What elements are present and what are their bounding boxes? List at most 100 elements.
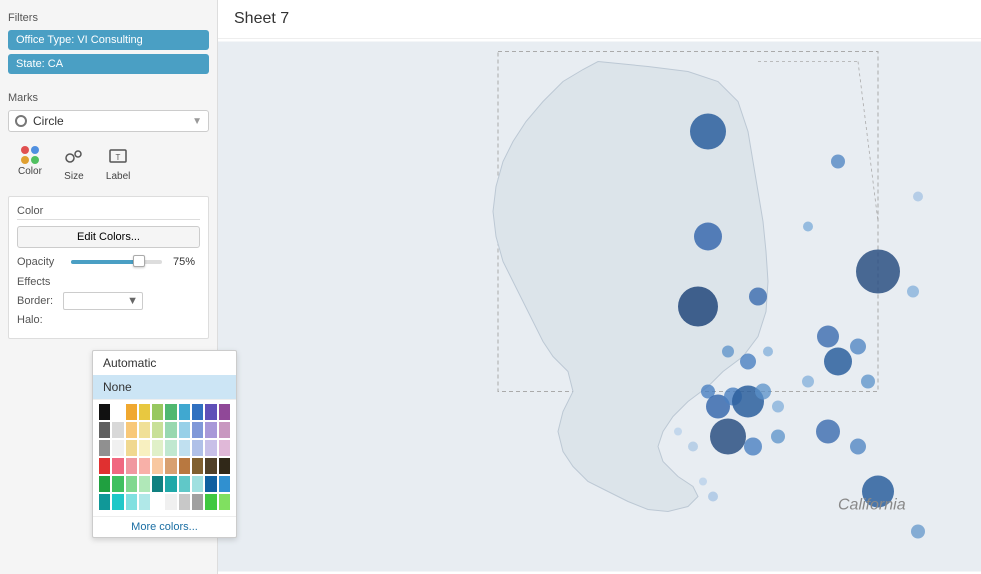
palette-cell[interactable] xyxy=(139,404,150,420)
label-btn-label: Label xyxy=(106,171,130,182)
palette-cell[interactable] xyxy=(112,440,123,456)
palette-cell[interactable] xyxy=(192,476,203,492)
label-button[interactable]: T Label xyxy=(96,140,140,188)
palette-cell[interactable] xyxy=(126,404,137,420)
palette-row xyxy=(99,440,230,456)
palette-cell[interactable] xyxy=(205,458,216,474)
palette-cell[interactable] xyxy=(165,422,176,438)
palette-cell[interactable] xyxy=(205,494,216,510)
main-content: Sheet 7 xyxy=(218,0,981,574)
palette-cell[interactable] xyxy=(112,476,123,492)
palette-row xyxy=(99,476,230,492)
palette-cell[interactable] xyxy=(205,422,216,438)
palette-cell[interactable] xyxy=(219,494,230,510)
palette-cell[interactable] xyxy=(219,440,230,456)
halo-automatic[interactable]: Automatic xyxy=(93,351,236,375)
california-map: California xyxy=(218,39,981,574)
map-area: California xyxy=(218,39,981,574)
color-button[interactable]: Color xyxy=(8,140,52,188)
palette-cell[interactable] xyxy=(99,440,110,456)
palette-cell[interactable] xyxy=(99,404,110,420)
opacity-row: Opacity 75% xyxy=(17,256,200,268)
filter-chip-state[interactable]: State: CA xyxy=(8,54,209,74)
palette-cell[interactable] xyxy=(112,422,123,438)
palette-cell[interactable] xyxy=(139,422,150,438)
palette-cell[interactable] xyxy=(152,422,163,438)
palette-cell[interactable] xyxy=(139,440,150,456)
slider-track xyxy=(71,260,162,264)
size-icon xyxy=(64,146,84,169)
palette-cell[interactable] xyxy=(219,404,230,420)
palette-cell[interactable] xyxy=(192,404,203,420)
palette-cell[interactable] xyxy=(179,440,190,456)
palette-cell[interactable] xyxy=(205,440,216,456)
palette-cell[interactable] xyxy=(112,404,123,420)
more-colors-link[interactable]: More colors... xyxy=(93,516,236,537)
svg-text:T: T xyxy=(116,153,121,162)
palette-cell[interactable] xyxy=(165,494,176,510)
opacity-slider[interactable] xyxy=(71,260,162,264)
edit-colors-button[interactable]: Edit Colors... xyxy=(17,226,200,248)
effects-label: Effects xyxy=(17,276,200,288)
halo-label: Halo: xyxy=(17,314,57,326)
palette-cell[interactable] xyxy=(126,476,137,492)
palette-cell[interactable] xyxy=(126,494,137,510)
palette-cell[interactable] xyxy=(99,476,110,492)
palette-cell[interactable] xyxy=(126,458,137,474)
border-label: Border: xyxy=(17,295,57,307)
halo-none[interactable]: None xyxy=(93,375,236,399)
border-dropdown[interactable]: ▼ xyxy=(63,292,143,310)
marks-label: Marks xyxy=(8,92,209,104)
marks-type-dropdown[interactable]: Circle ▼ xyxy=(8,110,209,132)
palette-cell[interactable] xyxy=(139,476,150,492)
label-icon: T xyxy=(108,146,128,169)
palette-cell[interactable] xyxy=(152,440,163,456)
palette-cell[interactable] xyxy=(165,404,176,420)
palette-cell[interactable] xyxy=(165,458,176,474)
palette-cell[interactable] xyxy=(112,494,123,510)
color-btn-label: Color xyxy=(18,166,42,177)
palette-row xyxy=(99,422,230,438)
effects-section: Effects Border: ▼ Halo: xyxy=(17,276,200,326)
color-palette xyxy=(93,399,236,516)
palette-cell[interactable] xyxy=(219,422,230,438)
size-button[interactable]: Size xyxy=(54,140,94,188)
palette-cell[interactable] xyxy=(152,494,163,510)
palette-cell[interactable] xyxy=(192,494,203,510)
palette-cell[interactable] xyxy=(179,404,190,420)
palette-cell[interactable] xyxy=(99,458,110,474)
palette-cell[interactable] xyxy=(139,494,150,510)
palette-cell[interactable] xyxy=(126,440,137,456)
palette-cell[interactable] xyxy=(139,458,150,474)
palette-cell[interactable] xyxy=(99,494,110,510)
opacity-value: 75% xyxy=(168,256,200,268)
palette-cell[interactable] xyxy=(192,422,203,438)
marks-type-label: Circle xyxy=(33,114,192,128)
palette-cell[interactable] xyxy=(205,476,216,492)
palette-cell[interactable] xyxy=(112,458,123,474)
palette-cell[interactable] xyxy=(179,458,190,474)
svg-text:California: California xyxy=(838,497,906,514)
palette-cell[interactable] xyxy=(179,422,190,438)
palette-cell[interactable] xyxy=(219,476,230,492)
palette-cell[interactable] xyxy=(192,458,203,474)
palette-cell[interactable] xyxy=(179,476,190,492)
halo-popup: Automatic None More colors... xyxy=(92,350,237,538)
palette-cell[interactable] xyxy=(205,404,216,420)
palette-cell[interactable] xyxy=(126,422,137,438)
palette-cell[interactable] xyxy=(179,494,190,510)
palette-cell[interactable] xyxy=(165,476,176,492)
slider-thumb[interactable] xyxy=(133,255,145,267)
sheet-title: Sheet 7 xyxy=(218,0,981,39)
palette-cell[interactable] xyxy=(152,458,163,474)
palette-cell[interactable] xyxy=(152,476,163,492)
opacity-label: Opacity xyxy=(17,256,65,268)
slider-fill xyxy=(71,260,139,264)
palette-cell[interactable] xyxy=(192,440,203,456)
filter-chip-office-type[interactable]: Office Type: VI Consulting xyxy=(8,30,209,50)
palette-cell[interactable] xyxy=(219,458,230,474)
palette-cell[interactable] xyxy=(165,440,176,456)
filters-label: Filters xyxy=(8,12,209,24)
palette-cell[interactable] xyxy=(99,422,110,438)
palette-cell[interactable] xyxy=(152,404,163,420)
